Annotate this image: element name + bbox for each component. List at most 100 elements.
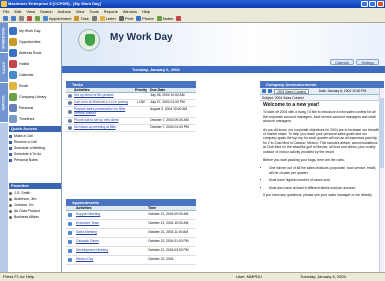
menu-window[interactable]: Window: [123, 9, 137, 14]
back-icon[interactable]: [3, 15, 8, 21]
appointment-activity-link[interactable]: Cascade Game: [74, 239, 148, 244]
col-priority[interactable]: Priority: [132, 88, 150, 92]
menu-view-2[interactable]: View: [76, 9, 85, 14]
appointment-activity-link[interactable]: Mexico Day: [74, 257, 148, 262]
table-row[interactable]: Mexico Day October 22, 2004: [66, 256, 196, 265]
table-row[interactable]: Sales Meeting October 21, 2004 11:00 AM: [66, 229, 196, 238]
sidebar-item[interactable]: Timelines: [9, 113, 61, 124]
rule-item: One winner out of all the sales division…: [269, 166, 381, 175]
appointment-time: October 21, 2004 01:00 PM: [148, 239, 189, 243]
save-icon[interactable]: [19, 15, 24, 21]
appointments-header: Appointments: [66, 199, 196, 206]
tab-marketing[interactable]: MARKETING: [0, 23, 8, 53]
previous-icon[interactable]: [262, 89, 266, 93]
settings-button[interactable]: Settings: [356, 59, 379, 65]
status-user: User: MMPDU: [236, 274, 262, 279]
table-row[interactable]: Support Meeting October 21, 2004 09:00 AM: [66, 211, 196, 220]
sidebar-item-icon: [9, 92, 17, 101]
sidebar-item[interactable]: Email: [9, 80, 61, 91]
app-icon: [1, 1, 7, 7]
quick-access-header: Quick Access: [9, 126, 61, 132]
appointment-activity-link[interactable]: Support Meeting: [74, 212, 148, 217]
nav-items: My Work Day Opportunities Address Book Hotl…: [9, 25, 61, 124]
contact-icon: [9, 215, 12, 219]
task-due-date: July 27, 2004 01:00 PM: [150, 100, 185, 104]
table-row[interactable]: Prepare sales presentation for Bills Ver…: [66, 107, 196, 118]
appointment-button[interactable]: Appointment: [43, 15, 71, 21]
notes-button[interactable]: Notes: [156, 15, 173, 21]
sidebar-item-icon: [9, 37, 17, 46]
sidebar-item[interactable]: Personal: [9, 102, 61, 113]
scrollbar-thumb[interactable]: [380, 98, 384, 168]
table-row[interactable]: Set up demo of Mx product July 26, 2004 1…: [66, 93, 196, 100]
task-icon: [68, 109, 72, 114]
maximize-button[interactable]: [369, 1, 376, 7]
print-button[interactable]: Print: [118, 15, 134, 21]
table-row[interactable]: Development Meeting October 21, 2004 03:0…: [66, 247, 196, 256]
sidebar-item[interactable]: Calendar: [9, 69, 61, 80]
help-icon[interactable]: [176, 15, 182, 21]
refresh-icon[interactable]: [35, 15, 40, 21]
table-row[interactable]: Call John at Sherlock's Co re: pricing LO…: [66, 100, 196, 107]
menu-search[interactable]: Search: [40, 9, 53, 14]
menu-tools[interactable]: Tools: [89, 9, 98, 14]
close-button[interactable]: [377, 1, 384, 7]
tab-sales[interactable]: SALES: [0, 53, 8, 83]
sidebar-item[interactable]: Hotlist: [9, 58, 61, 69]
appointment-activity-link[interactable]: Sales Meeting: [74, 230, 148, 235]
next-icon[interactable]: [268, 89, 272, 93]
announcement-paragraph: Before you start packing your bags, here…: [263, 158, 345, 163]
sidebar-item-label: Personal: [19, 105, 34, 110]
status-bar: Press F1 for Help User: MMPDU Tuesday, J…: [0, 272, 385, 281]
menu-file[interactable]: File: [3, 9, 9, 14]
col-activities[interactable]: Activities: [74, 88, 132, 92]
sidebar-item-label: Hotlist: [19, 61, 29, 66]
favorite-item[interactable]: Business Affairs: [9, 214, 61, 220]
menu-edit[interactable]: Edit: [14, 9, 21, 14]
task-activity-link[interactable]: Mx follow-up meeting at Bills: [74, 125, 132, 130]
minimize-button[interactable]: [361, 1, 368, 7]
delete-icon[interactable]: [27, 15, 32, 21]
sidebar-item[interactable]: Opportunities: [9, 36, 61, 47]
calendar-icon: [43, 15, 48, 21]
appointment-time: October 22, 2004: [148, 257, 174, 261]
menu-actions[interactable]: Actions: [58, 9, 71, 14]
task-activity-link[interactable]: Phone call to set up new client: [74, 118, 132, 123]
announcement-scrollbar[interactable]: [379, 88, 384, 274]
calendar-button[interactable]: Calendar: [330, 59, 355, 65]
appointment-activity-link[interactable]: Executive Team: [74, 221, 148, 226]
col-time[interactable]: Time: [148, 206, 196, 210]
task-due-date: October 7, 2004 09:30 AM: [150, 117, 189, 122]
appointment-activity-link[interactable]: Development Meeting: [74, 248, 148, 253]
announcement-select[interactable]: 2004 Sales Contest: [274, 88, 309, 94]
quick-access-item[interactable]: Personal Notes: [9, 157, 61, 163]
table-row[interactable]: Mx follow-up meeting at Bills October 7, …: [66, 125, 196, 132]
col-due-date[interactable]: Due Date: [150, 88, 194, 92]
sidebar-item[interactable]: Address Book: [9, 47, 61, 58]
tab-service-label: SERVICE: [2, 94, 6, 111]
task-activity-link[interactable]: Call John at Sherlock's Co re: pricing: [74, 100, 132, 105]
table-row[interactable]: Phone call to set up new client October 7…: [66, 118, 196, 125]
letter-icon: [99, 15, 105, 21]
menu-reports[interactable]: Reports: [104, 9, 118, 14]
forward-icon[interactable]: [11, 15, 16, 21]
status-date: Tuesday, January 6, 2004: [300, 274, 346, 279]
sidebar-item-icon: [9, 114, 17, 123]
menu-view[interactable]: View: [26, 9, 35, 14]
sidebar-item[interactable]: My Work Day: [9, 25, 61, 36]
col-activities[interactable]: Activities: [74, 206, 148, 210]
letter-button[interactable]: Letter: [99, 15, 116, 21]
appointment-icon-cell: [66, 231, 74, 235]
envelope-icon[interactable]: [91, 15, 97, 21]
task-activity-link[interactable]: Prepare sales presentation for Bills Ver…: [74, 107, 132, 116]
task-activity-link[interactable]: Set up demo of Mx product: [74, 93, 132, 98]
table-row[interactable]: Cascade Game October 21, 2004 01:00 PM: [66, 238, 196, 247]
task-button[interactable]: Task: [74, 15, 89, 21]
table-row[interactable]: Executive Team October 21, 2004 10:00 AM: [66, 220, 196, 229]
sidebar-item[interactable]: Company Library: [9, 91, 61, 102]
phone-button[interactable]: Phone: [136, 15, 154, 21]
appointment-icon: [68, 222, 72, 226]
print-label: Print: [124, 15, 134, 21]
tab-service[interactable]: SERVICE: [0, 83, 8, 123]
menu-help[interactable]: Help: [142, 9, 150, 14]
